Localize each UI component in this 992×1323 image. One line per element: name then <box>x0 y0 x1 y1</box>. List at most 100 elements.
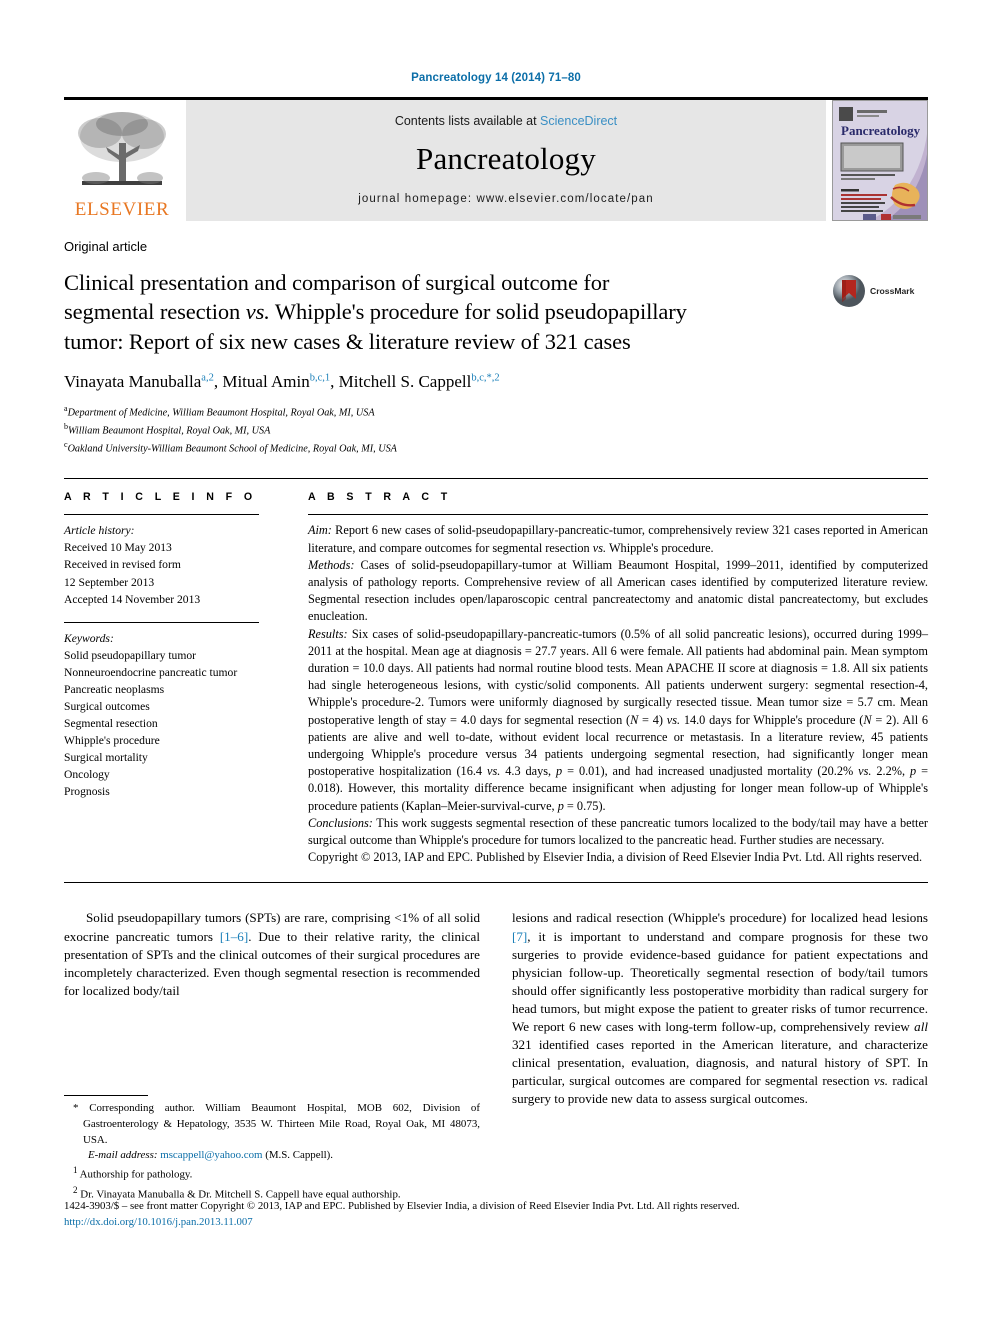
abstract-methods-text: Cases of solid-pseudopapillary-tumor at … <box>308 557 928 624</box>
abstract-copyright: Copyright © 2013, IAP and EPC. Published… <box>308 850 923 865</box>
body-column-left: Solid pseudopapillary tumors (SPTs) are … <box>64 909 480 1108</box>
contents-prefix: Contents lists available at <box>394 114 541 128</box>
elsevier-wordmark: ELSEVIER <box>74 199 170 220</box>
title-line-3: tumor: Report of six new cases & literat… <box>64 328 631 354</box>
footnote-note-1-text: Authorship for pathology. <box>79 1168 193 1181</box>
body-paragraph-right: lesions and radical resection (Whipple's… <box>512 910 928 1107</box>
abstract-heading: A B S T R A C T <box>308 491 452 504</box>
author-name-0: Vinayata Manuballa <box>64 371 202 391</box>
page-footer: 1424-3903/$ – see front matter Copyright… <box>64 1198 928 1230</box>
article-history-item-3: Accepted 14 November 2013 <box>64 592 201 606</box>
footnote-mark-1: 1 <box>73 1165 78 1176</box>
affiliation-text-0: Department of Medicine, William Beaumont… <box>67 407 375 419</box>
page-title: Clinical presentation and comparison of … <box>64 268 820 356</box>
affiliation-text-1: William Beaumont Hospital, Royal Oak, MI… <box>68 425 271 437</box>
footer-doi-link[interactable]: http://dx.doi.org/10.1016/j.pan.2013.11.… <box>64 1214 928 1230</box>
article-history-item-1: Received in revised form <box>64 558 181 572</box>
abstract-results: Results: Six cases of solid-pseudopapill… <box>308 626 928 815</box>
article-history-item-0: Received 10 May 2013 <box>64 541 172 555</box>
author-sup-0: a,2 <box>201 372 214 384</box>
author-sup-1: b,c,1 <box>309 372 331 384</box>
author-sep-1: , <box>330 371 339 391</box>
crossmark-label: CrossMark <box>870 286 915 296</box>
footnote-email-label: E-mail address: <box>88 1149 158 1162</box>
contents-available-line: Contents lists available at ScienceDirec… <box>395 114 617 128</box>
abstract-conclusions-label: Conclusions: <box>308 815 373 830</box>
abstract-conclusions-text: This work suggests segmental resection o… <box>308 815 928 848</box>
abstract-column: A B S T R A C T Aim: Report 6 new cases … <box>277 491 928 866</box>
masthead-center: Contents lists available at ScienceDirec… <box>186 100 826 221</box>
abstract-aim-label: Aim: <box>308 523 332 538</box>
title-row: Clinical presentation and comparison of … <box>64 268 928 356</box>
affiliation-2: cOakland University-William Beaumont Sch… <box>64 439 928 457</box>
citation-ref[interactable]: [7] <box>512 929 527 944</box>
svg-text:Pancreatology: Pancreatology <box>841 123 921 138</box>
keyword-item: Solid pseudopapillary tumor <box>64 648 197 662</box>
article-history-item-2: 12 September 2013 <box>64 575 155 589</box>
elsevier-tree-icon <box>78 112 166 185</box>
keyword-item: Pancreatic neoplasms <box>64 682 165 696</box>
abstract-methods-label: Methods: <box>308 557 355 572</box>
body-columns: Solid pseudopapillary tumors (SPTs) are … <box>64 909 928 1108</box>
title-line-2a: segmental resection <box>64 299 246 325</box>
keyword-item: Prognosis <box>64 784 110 798</box>
article-type-label: Original article <box>64 239 148 254</box>
journal-cover-thumbnail[interactable]: Pancreatology <box>832 100 928 221</box>
body-paragraph-left: Solid pseudopapillary tumors (SPTs) are … <box>64 910 481 998</box>
author-name-1: Mitual Amin <box>222 371 310 391</box>
keyword-item: Surgical outcomes <box>64 699 150 713</box>
abstract-rule <box>308 514 928 516</box>
footnote-block: * Corresponding author. William Beaumont… <box>64 1095 480 1203</box>
keyword-item: Oncology <box>64 767 110 781</box>
info-abstract-band: A R T I C L E I N F O Article history: R… <box>64 478 928 884</box>
article-history-label: Article history: <box>64 524 135 538</box>
footnote-email-link[interactable]: mscappell@yahoo.com <box>160 1149 262 1161</box>
title-line-1: Clinical presentation and comparison of … <box>64 270 610 295</box>
body-column-right: lesions and radical resection (Whipple's… <box>512 909 928 1108</box>
footnote-note-1: 1 Authorship for pathology. <box>64 1164 480 1183</box>
title-line-2b: Whipple's procedure for solid pseudopapi… <box>269 299 687 325</box>
article-info-rule <box>64 514 259 516</box>
elsevier-logo: ELSEVIER <box>64 100 180 221</box>
crossmark-badge[interactable]: CrossMark <box>832 268 928 308</box>
article-info-column: A R T I C L E I N F O Article history: R… <box>64 491 277 866</box>
title-block: Clinical presentation and comparison of … <box>64 268 832 356</box>
abstract-body: Aim: Report 6 new cases of solid-pseudop… <box>308 522 928 866</box>
keyword-item: Segmental resection <box>64 716 158 730</box>
keywords-label: Keywords: <box>64 631 114 645</box>
journal-homepage-line[interactable]: journal homepage: www.elsevier.com/locat… <box>358 193 654 205</box>
affiliation-list: aDepartment of Medicine, William Beaumon… <box>64 403 928 457</box>
article-page: Pancreatology 14 (2014) 71–80 ELSEVIER C… <box>0 0 992 1323</box>
abstract-aim-text: Report 6 new cases of solid-pseudopapill… <box>308 523 928 555</box>
footnote-email-line: E-mail address: mscappell@yahoo.com (M.S… <box>64 1148 480 1164</box>
keyword-item: Nonneuroendocrine pancreatic tumor <box>64 665 238 679</box>
affiliation-1: bWilliam Beaumont Hospital, Royal Oak, M… <box>64 421 928 439</box>
journal-title: Pancreatology <box>416 141 596 176</box>
footer-issn-line: 1424-3903/$ – see front matter Copyright… <box>64 1200 740 1212</box>
keyword-item: Surgical mortality <box>64 750 148 764</box>
sciencedirect-link[interactable]: ScienceDirect <box>540 114 617 128</box>
citation-ref[interactable]: [1–6] <box>220 929 248 944</box>
title-vs-italic: vs. <box>245 299 270 325</box>
journal-cover-image: Pancreatology <box>833 101 927 220</box>
crossmark-icon <box>833 275 865 307</box>
footnote-email-suffix: (M.S. Cappell). <box>262 1149 333 1162</box>
footnote-list: * Corresponding author. William Beaumont… <box>64 1101 480 1203</box>
author-list: Vinayata Manuballaa,2, Mitual Aminb,c,1,… <box>64 372 928 392</box>
footnote-mark-2: 2 <box>73 1184 78 1195</box>
article-history-block: Article history: Received 10 May 2013 Re… <box>64 522 259 607</box>
keywords-block: Keywords: Solid pseudopapillary tumor No… <box>64 630 259 800</box>
affiliation-text-2: Oakland University-William Beaumont Scho… <box>67 442 397 454</box>
keywords-rule <box>64 621 259 623</box>
abstract-aim: Aim: Report 6 new cases of solid-pseudop… <box>308 522 928 556</box>
affiliation-0: aDepartment of Medicine, William Beaumon… <box>64 403 928 421</box>
running-head: Pancreatology 14 (2014) 71–80 <box>411 72 581 84</box>
abstract-conclusions: Conclusions: This work suggests segmenta… <box>308 815 928 849</box>
author-name-2: Mitchell S. Cappell <box>338 371 472 391</box>
footnote-divider <box>64 1095 148 1096</box>
article-info-heading: A R T I C L E I N F O <box>64 491 257 504</box>
abstract-results-text: Six cases of solid-pseudopapillary-pancr… <box>308 626 929 813</box>
author-sup-2: b,c,*,2 <box>471 372 500 384</box>
abstract-results-label: Results: <box>308 626 348 641</box>
keyword-item: Whipple's procedure <box>64 733 160 747</box>
